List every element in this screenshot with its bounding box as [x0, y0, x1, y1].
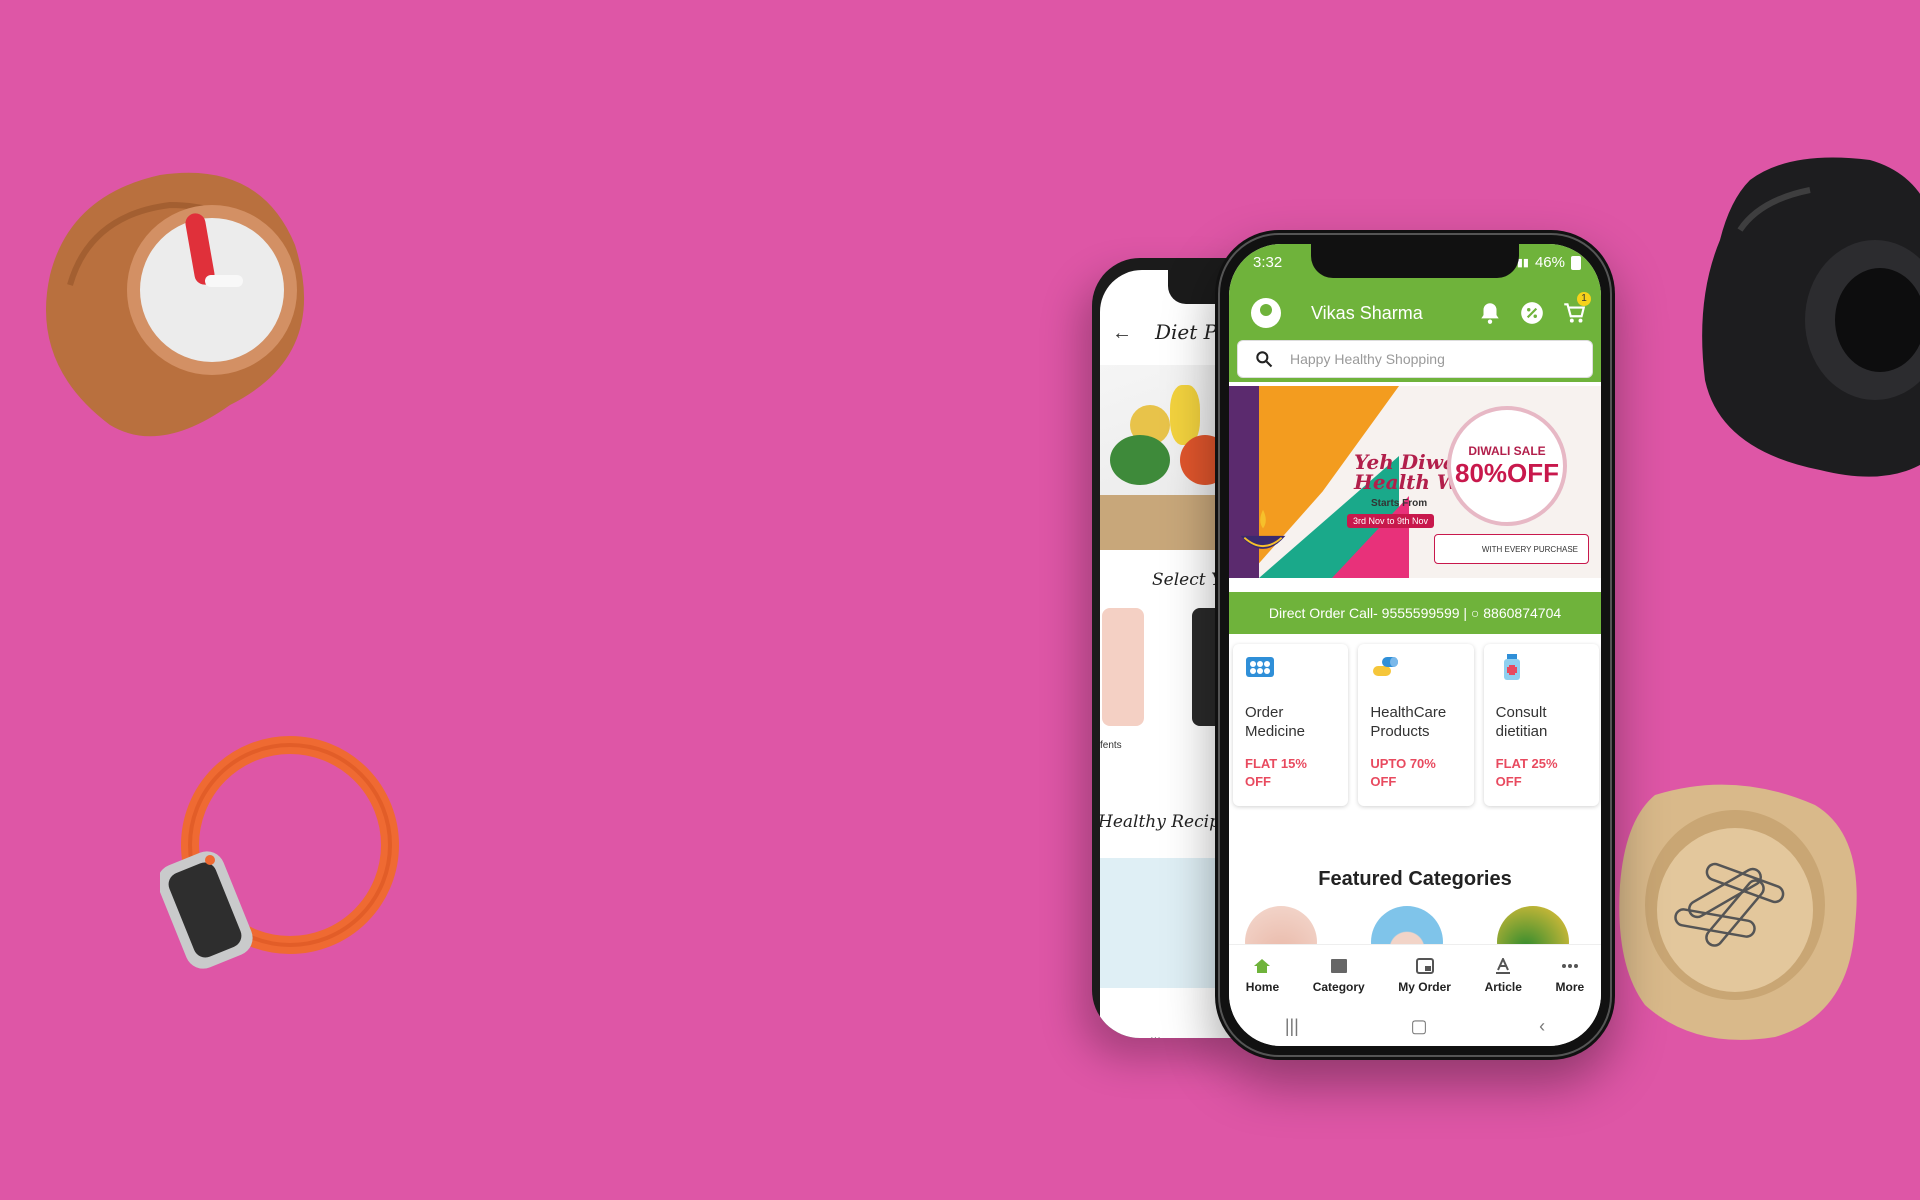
card-offer: FLAT 25% OFF	[1496, 755, 1587, 791]
nav-home[interactable]: Home	[1246, 958, 1279, 994]
recents-button[interactable]: |||	[1285, 1016, 1299, 1037]
featured-categories-heading: Featured Categories	[1318, 868, 1512, 890]
profile-avatar-icon[interactable]	[1251, 298, 1281, 328]
paperclip-dish-decoration	[1619, 784, 1857, 1040]
nav-more[interactable]: More	[1555, 958, 1585, 994]
card-title-line: Consult	[1495, 704, 1547, 721]
home-button[interactable]: ▢	[1410, 1016, 1427, 1037]
card-offer-line: UPTO 70%	[1370, 756, 1436, 771]
card-offer-line: FLAT 15%	[1245, 756, 1307, 771]
plan-card[interactable]	[1102, 608, 1144, 726]
status-time: 3:32	[1253, 254, 1283, 271]
back-button[interactable]: ‹	[1539, 1016, 1545, 1037]
card-offer-line: OFF	[1370, 774, 1397, 789]
diwali-sale-banner[interactable]: Yeh Diwali Health Wali Starts From 3rd N…	[1229, 386, 1601, 578]
card-offer-line: FLAT 25%	[1495, 756, 1558, 771]
healthcare-products-card[interactable]: HealthCare Products UPTO 70% OFF	[1358, 644, 1474, 806]
capsules-icon	[1373, 657, 1399, 676]
nav-label: Home	[1245, 980, 1280, 994]
battery-level: 46%	[1534, 254, 1565, 271]
nav-label: Article	[1484, 980, 1522, 994]
username: Vikas Sharma	[1311, 302, 1423, 323]
sale-value: 80%OFF	[1454, 457, 1560, 488]
card-title: Order Medicine	[1245, 703, 1336, 741]
card-title-line: HealthCare	[1370, 704, 1447, 721]
system-navigation-bar: ||| ▢ ‹	[1229, 1006, 1601, 1046]
category-icon	[1330, 959, 1347, 973]
back-arrow-icon[interactable]: ←	[1112, 322, 1132, 345]
sale-badge: DIWALI SALE 80%OFF	[1447, 406, 1567, 526]
article-icon	[1496, 958, 1511, 974]
card-offer: UPTO 70% OFF	[1370, 755, 1461, 791]
battery-icon	[1571, 255, 1581, 270]
nav-article[interactable]: Article	[1485, 958, 1522, 994]
bell-icon[interactable]	[1477, 300, 1503, 326]
sale-label: DIWALI SALE	[1468, 443, 1546, 458]
card-title-line: Order	[1245, 704, 1284, 721]
banner-offer-text: WITH EVERY PURCHASE	[1481, 544, 1578, 554]
banner-starts-from: Starts From	[1371, 498, 1428, 509]
cart-count-badge: 1	[1577, 292, 1591, 306]
card-offer: FLAT 15% OFF	[1245, 755, 1336, 791]
app-screen: 3:32 ▮▮ 46% Vikas Sharma 1 Happy Healthy…	[1229, 244, 1601, 1046]
search-placeholder: Happy Healthy Shopping	[1290, 351, 1445, 367]
card-title-line: Medicine	[1245, 723, 1306, 740]
card-title: HealthCare Products	[1370, 703, 1461, 741]
direct-order-bar[interactable]: Direct Order Call- 9555599599 | ○ 886087…	[1229, 592, 1601, 634]
service-cards: Order Medicine FLAT 15% OFF HealthCare P…	[1233, 644, 1599, 806]
my-order-icon	[1415, 958, 1434, 974]
banner-date-range: 3rd Nov to 9th Nov	[1347, 514, 1435, 528]
inkwell-decoration	[1702, 157, 1920, 477]
smartwatch-decoration	[160, 736, 399, 969]
header-actions: 1	[1477, 292, 1591, 326]
card-title: Consult dietitian	[1496, 703, 1587, 741]
nav-label: My Order	[1398, 980, 1451, 994]
cart-button[interactable]: 1	[1561, 292, 1591, 326]
card-offer-line: OFF	[1495, 774, 1522, 789]
more-dots-icon	[1561, 964, 1578, 968]
back-phone-recents-button[interactable]: |||	[1150, 1034, 1161, 1038]
nav-label: Category	[1312, 980, 1365, 994]
nav-my-order[interactable]: My Order	[1398, 958, 1451, 994]
medicine-bottle-icon	[1503, 654, 1520, 680]
front-phone-mockup: 3:32 ▮▮ 46% Vikas Sharma 1 Happy Healthy…	[1215, 230, 1615, 1060]
phone-notch	[1311, 244, 1519, 278]
bottom-navigation: Home Category My Order Article More	[1229, 944, 1601, 1007]
user-row: Vikas Sharma 1	[1251, 292, 1591, 330]
card-title-line: dietitian	[1495, 723, 1548, 740]
plan-card-caption: fents	[1100, 740, 1122, 751]
home-icon	[1254, 959, 1271, 973]
card-offer-line: OFF	[1245, 774, 1271, 789]
pills-blister-icon	[1246, 657, 1274, 677]
nav-label: More	[1555, 980, 1585, 994]
consult-dietitian-card[interactable]: Consult dietitian FLAT 25% OFF	[1483, 644, 1599, 806]
card-title-line: Products	[1370, 723, 1430, 740]
order-medicine-card[interactable]: Order Medicine FLAT 15% OFF	[1233, 644, 1349, 806]
diya-lamp-icon	[1240, 509, 1286, 549]
banner-offer-strip: WITH EVERY PURCHASE	[1434, 534, 1589, 564]
search-icon	[1256, 351, 1273, 368]
search-input[interactable]: Happy Healthy Shopping	[1237, 340, 1593, 378]
discount-badge-icon[interactable]	[1519, 300, 1545, 326]
desk-clock-decoration	[46, 172, 305, 437]
nav-category[interactable]: Category	[1313, 958, 1365, 994]
